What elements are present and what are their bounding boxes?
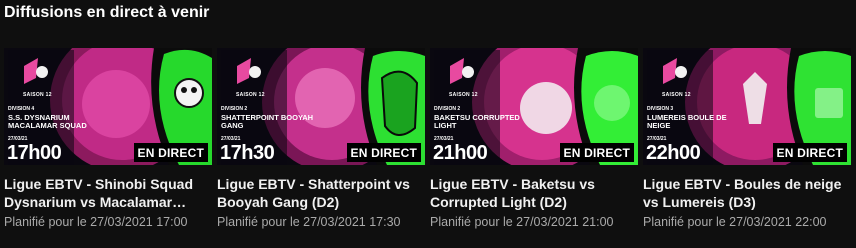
season-label: SAISON 12 bbox=[236, 92, 265, 98]
teams-label: SHATTERPOINT BOOYAH GANG bbox=[221, 113, 314, 130]
video-card[interactable]: SAISON 12 DIVISION 2 SHATTERPOINT BOOYAH… bbox=[217, 48, 425, 248]
live-badge: EN DIRECT bbox=[772, 143, 847, 162]
scheduled-time: Planifié pour le 27/03/2021 22:00 bbox=[643, 215, 827, 229]
video-thumbnail[interactable]: SAISON 12 DIVISION 2 BAKETSU CORRUPTED L… bbox=[430, 48, 638, 165]
upcoming-streams-list: SAISON 12 DIVISION 4 S.S. DYSNARIUM MACA… bbox=[4, 48, 854, 248]
teams-label: S.S. DYSNARIUM MACALAMAR SQUAD bbox=[8, 113, 87, 130]
match-time: 17h30 bbox=[220, 142, 275, 164]
live-badge: EN DIRECT bbox=[133, 143, 208, 162]
live-badge: EN DIRECT bbox=[346, 143, 421, 162]
teams-label: LUMEREIS BOULE DE NEIGE bbox=[647, 113, 727, 130]
video-thumbnail[interactable]: SAISON 12 DIVISION 3 LUMEREIS BOULE DE N… bbox=[643, 48, 851, 165]
match-time: 17h00 bbox=[7, 142, 62, 164]
match-time: 21h00 bbox=[433, 142, 488, 164]
video-thumbnail[interactable]: SAISON 12 DIVISION 2 SHATTERPOINT BOOYAH… bbox=[217, 48, 425, 165]
scheduled-time: Planifié pour le 27/03/2021 17:30 bbox=[217, 215, 401, 229]
live-badge: EN DIRECT bbox=[559, 143, 634, 162]
video-title[interactable]: Ligue EBTV - Shatterpoint vs Booyah Gang… bbox=[217, 175, 423, 211]
division-label: DIVISION 3 bbox=[647, 106, 674, 112]
scheduled-time: Planifié pour le 27/03/2021 21:00 bbox=[430, 215, 614, 229]
division-label: DIVISION 4 bbox=[8, 106, 35, 112]
scheduled-time: Planifié pour le 27/03/2021 17:00 bbox=[4, 215, 188, 229]
video-card[interactable]: SAISON 12 DIVISION 4 S.S. DYSNARIUM MACA… bbox=[4, 48, 212, 248]
season-label: SAISON 12 bbox=[449, 92, 478, 98]
video-title[interactable]: Ligue EBTV - Baketsu vs Corrupted Light … bbox=[430, 175, 636, 211]
video-card[interactable]: SAISON 12 DIVISION 3 LUMEREIS BOULE DE N… bbox=[643, 48, 851, 248]
video-title[interactable]: Ligue EBTV - Boules de neige vs Lumereis… bbox=[643, 175, 849, 211]
video-title[interactable]: Ligue EBTV - Shinobi Squad Dysnarium vs … bbox=[4, 175, 210, 211]
teams-label: BAKETSU CORRUPTED LIGHT bbox=[434, 113, 520, 130]
video-card[interactable]: SAISON 12 DIVISION 2 BAKETSU CORRUPTED L… bbox=[430, 48, 638, 248]
division-label: DIVISION 2 bbox=[221, 106, 248, 112]
match-time: 22h00 bbox=[646, 142, 701, 164]
division-label: DIVISION 2 bbox=[434, 106, 461, 112]
video-thumbnail[interactable]: SAISON 12 DIVISION 4 S.S. DYSNARIUM MACA… bbox=[4, 48, 212, 165]
season-label: SAISON 12 bbox=[662, 92, 691, 98]
section-title: Diffusions en direct à venir bbox=[4, 4, 210, 21]
season-label: SAISON 12 bbox=[23, 92, 52, 98]
